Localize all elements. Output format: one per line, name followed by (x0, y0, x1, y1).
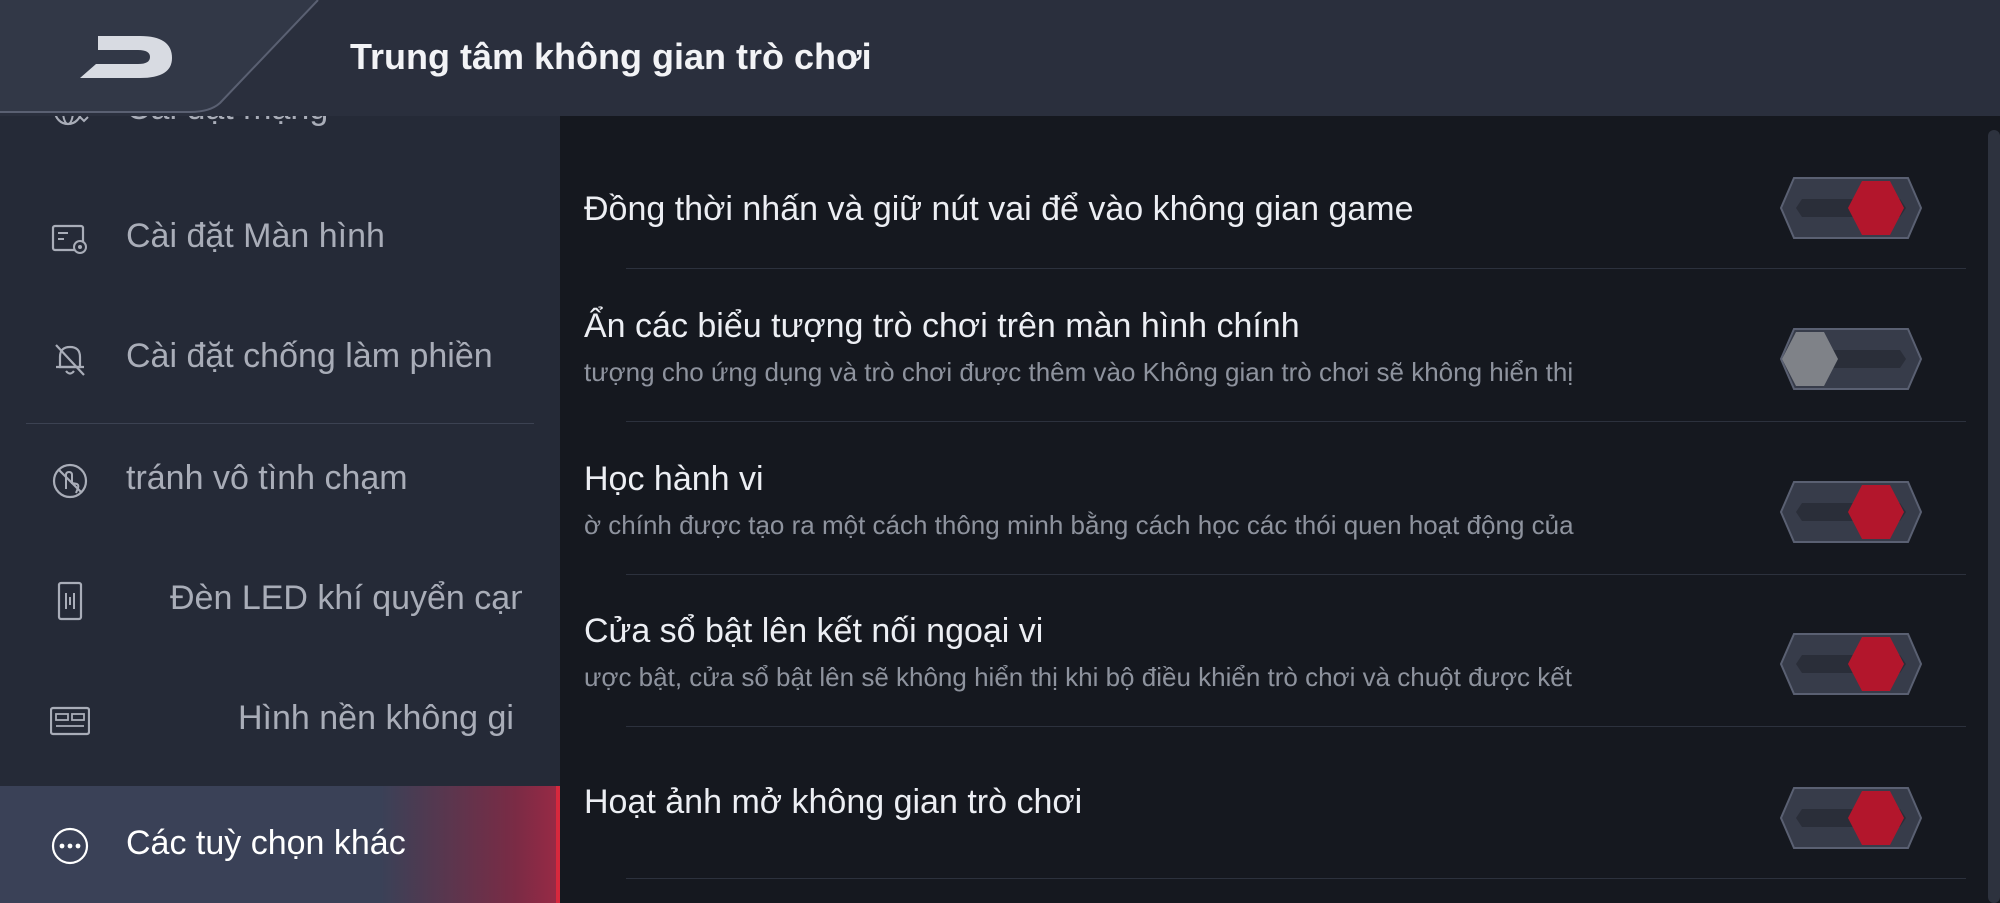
sidebar-item-display[interactable]: Cài đặt Màn hình (0, 179, 560, 299)
setting-title: Cửa sổ bật lên kết nối ngoại vi (584, 612, 1044, 650)
display-settings-icon (51, 224, 87, 254)
sidebar-item-led[interactable]: Đèn LED khí quyển cạn (0, 541, 560, 661)
setting-row-behavior-learning[interactable]: Học hành vi ờ chính được tạo ra một cách… (584, 422, 1966, 575)
wallpaper-icon (50, 706, 90, 736)
toggle-switch-on[interactable] (1780, 177, 1922, 239)
sidebar-item-do-not-disturb[interactable]: Cài đặt chống làm phiền (0, 299, 560, 419)
scrollbar[interactable] (1988, 130, 2000, 903)
no-touch-icon (52, 463, 88, 499)
sidebar-item-label: Đèn LED khí quyển cạn (170, 579, 522, 617)
page-title: Trung tâm không gian trò chơi (350, 36, 872, 77)
sidebar-item-label: tránh vô tình chạm (126, 459, 408, 497)
led-light-icon (57, 581, 83, 621)
sidebar-item-more-options[interactable]: Các tuỳ chọn khác (0, 786, 560, 903)
sidebar: Cài đặt mạng Cài đặt Màn hình Cài đặt ch… (0, 116, 560, 903)
toggle-switch-off[interactable] (1780, 328, 1922, 390)
sidebar-item-label: Hình nền không gi (238, 699, 514, 737)
back-arrow-icon (0, 0, 319, 113)
setting-description: ờ chính được tạo ra một cách thông minh … (584, 510, 1574, 540)
setting-row-shoulder-buttons[interactable]: Đồng thời nhấn và giữ nút vai để vào khô… (584, 116, 1966, 269)
sidebar-item-label: Cài đặt mạng (126, 116, 328, 128)
setting-description: ược bật, cửa sổ bật lên sẽ không hiển th… (584, 662, 1572, 692)
sidebar-item-wallpaper[interactable]: Hình nền không gi (0, 661, 560, 781)
sidebar-item-label: Các tuỳ chọn khác (126, 824, 406, 862)
top-bar: Trung tâm không gian trò chơi (0, 0, 2000, 117)
bell-off-icon (55, 344, 85, 376)
setting-row-hide-icons[interactable]: Ẩn các biểu tượng trò chơi trên màn hình… (584, 269, 1966, 422)
setting-title: Hoạt ảnh mở không gian trò chơi (584, 783, 1083, 821)
sidebar-item-label: Cài đặt chống làm phiền (126, 337, 493, 375)
toggle-switch-on[interactable] (1780, 481, 1922, 543)
more-options-icon (51, 827, 89, 865)
sidebar-item-network[interactable]: Cài đặt mạng (0, 116, 560, 171)
sidebar-item-accidental-touch[interactable]: tránh vô tình chạm (0, 421, 560, 541)
toggle-switch-on[interactable] (1780, 787, 1922, 849)
sidebar-item-label: Cài đặt Màn hình (126, 217, 385, 255)
setting-title: Đồng thời nhấn và giữ nút vai để vào khô… (584, 190, 1414, 228)
back-button[interactable] (0, 0, 330, 116)
setting-title: Học hành vi (584, 460, 764, 498)
settings-panel: Đồng thời nhấn và giữ nút vai để vào khô… (560, 116, 2000, 903)
setting-row-peripheral-popup[interactable]: Cửa sổ bật lên kết nối ngoại vi ược bật,… (584, 574, 1966, 727)
setting-row-open-animation[interactable]: Hoạt ảnh mở không gian trò chơi (584, 726, 1966, 879)
setting-title: Ẩn các biểu tượng trò chơi trên màn hình… (584, 307, 1300, 345)
setting-description: tượng cho ứng dụng và trò chơi được thêm… (584, 357, 1574, 387)
toggle-switch-on[interactable] (1780, 633, 1922, 695)
network-settings-icon (54, 116, 89, 126)
